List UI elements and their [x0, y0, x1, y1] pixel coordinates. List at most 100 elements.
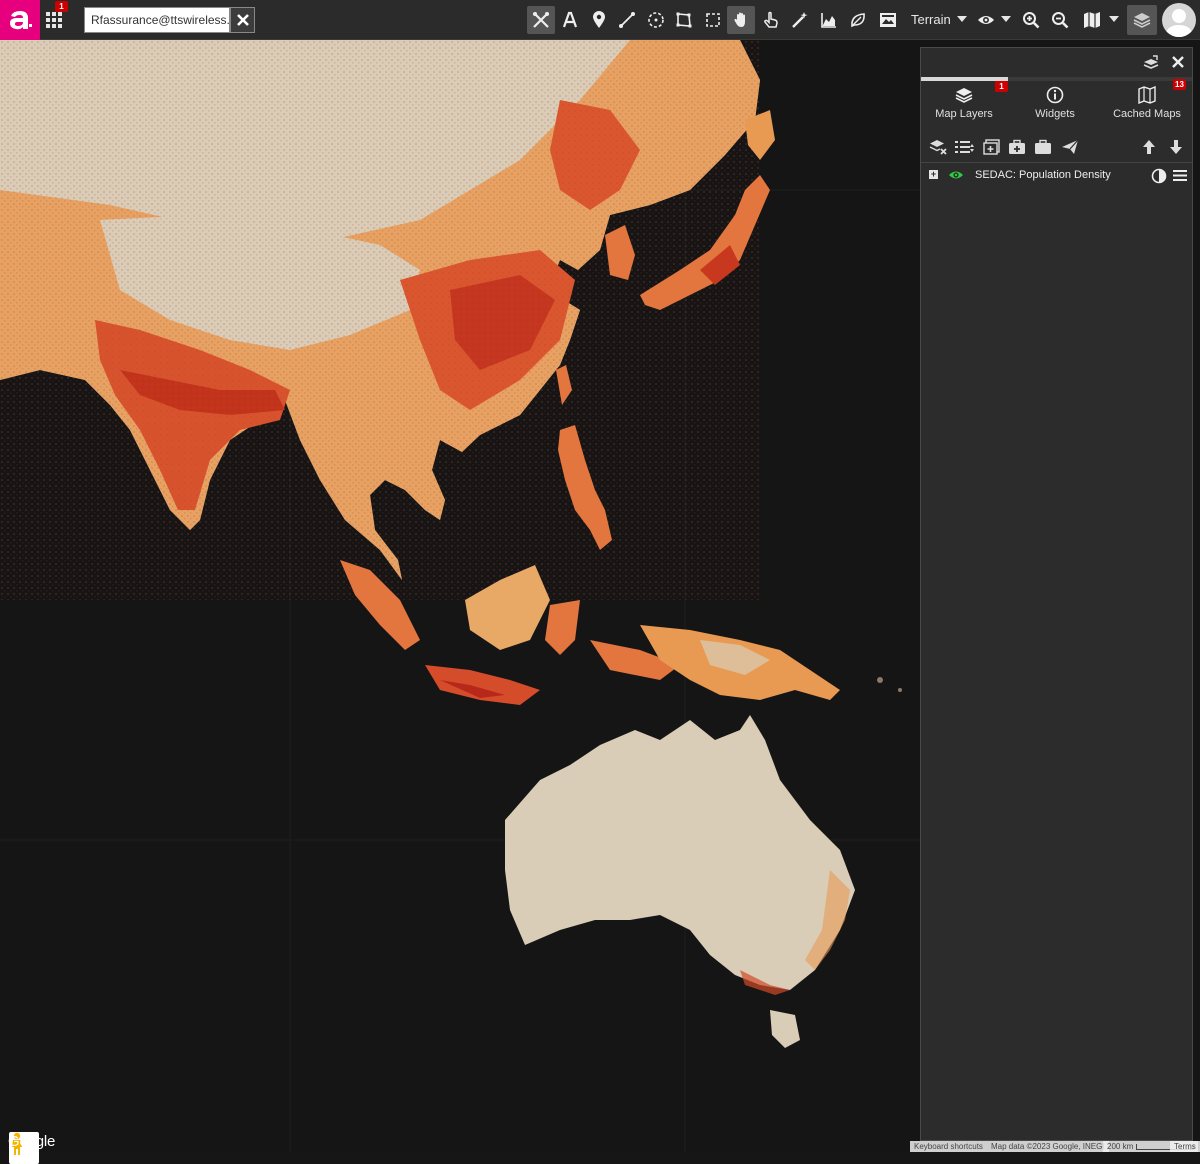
tab-cached-maps[interactable]: Cached Maps 13: [1103, 79, 1191, 132]
panel-tabs: Map Layers 1 Widgets Cached Maps 13: [921, 79, 1192, 132]
layers-toggle-button[interactable]: [1127, 5, 1157, 35]
layer-name: SEDAC: Population Density: [975, 169, 1111, 181]
line-tool-button[interactable]: [613, 6, 641, 34]
cached-map-icon: [1138, 86, 1156, 104]
select-tool-button[interactable]: [757, 6, 785, 34]
tab-map-layers[interactable]: Map Layers 1: [921, 81, 1008, 132]
layers-remove-icon: [929, 140, 947, 155]
add-layer-button[interactable]: [981, 137, 1003, 157]
image-overlay-icon: [880, 13, 896, 27]
vegetation-button[interactable]: [844, 6, 872, 34]
magic-wand-button[interactable]: [786, 6, 814, 34]
apps-notification-badge: 1: [55, 1, 68, 12]
text-tool-button[interactable]: [556, 6, 584, 34]
polygon-tool-button[interactable]: [670, 6, 698, 34]
line-icon: [619, 12, 635, 28]
undock-panel-button[interactable]: [1142, 54, 1160, 70]
panel-header: [921, 48, 1192, 76]
marker-icon: [593, 11, 605, 28]
zoom-in-icon: [1023, 12, 1040, 29]
visibility-button[interactable]: [972, 6, 1000, 34]
keyboard-shortcuts-link[interactable]: Keyboard shortcuts: [910, 1141, 987, 1152]
top-toolbar: 1 Rfassurance@ttswireless.co Terrain: [0, 0, 1200, 40]
magic-wand-icon: [792, 12, 808, 28]
user-avatar[interactable]: [1162, 3, 1196, 37]
brand-logo-icon: [10, 11, 32, 30]
zoom-out-button[interactable]: [1046, 6, 1074, 34]
map-type-dropdown-caret[interactable]: [1109, 16, 1119, 22]
map-type-button[interactable]: [1078, 6, 1106, 34]
toolkit-icon: [1009, 139, 1025, 154]
add-image-icon: [983, 139, 1000, 155]
polygon-icon: [676, 12, 692, 28]
layer-briefcase-button[interactable]: [1032, 137, 1054, 157]
text-icon: [562, 11, 578, 28]
layers-icon: [1133, 13, 1151, 28]
progress-fill: [921, 77, 1008, 81]
eye-icon: [978, 16, 994, 24]
briefcase-icon: [1035, 139, 1051, 154]
tab-badge: 1: [995, 81, 1008, 92]
panel-divider: [921, 162, 1192, 163]
new-guinea: [640, 625, 840, 700]
layer-toolkit-button[interactable]: [1006, 137, 1028, 157]
layer-toolbar: [921, 134, 1192, 160]
list-sort-icon: [955, 141, 974, 153]
layer-menu-icon[interactable]: [1173, 169, 1187, 182]
zoom-in-button[interactable]: [1017, 6, 1045, 34]
visibility-dropdown-caret[interactable]: [1001, 16, 1011, 22]
tools-icon: [533, 12, 549, 28]
remove-layers-button[interactable]: [927, 137, 949, 157]
tab-widgets[interactable]: Widgets: [1012, 82, 1098, 132]
close-icon: [1172, 56, 1184, 68]
layer-item-sedac-population-density[interactable]: + SEDAC: Population Density: [921, 164, 1192, 188]
tools-button[interactable]: [527, 6, 555, 34]
marker-tool-button[interactable]: [585, 6, 613, 34]
share-layer-button[interactable]: [1059, 137, 1081, 157]
terms-link[interactable]: Terms: [1170, 1141, 1200, 1152]
close-icon: [236, 14, 249, 26]
account-email-field[interactable]: Rfassurance@ttswireless.co: [84, 7, 230, 33]
map-data-attribution: Map data ©2023 Google, INEGI: [987, 1141, 1109, 1152]
clear-account-button[interactable]: [230, 7, 255, 33]
elevation-profile-button[interactable]: [815, 6, 843, 34]
google-logo[interactable]: Google: [8, 1133, 55, 1150]
loading-progress-bar: [921, 77, 1192, 81]
user-silhouette-icon: [1165, 9, 1193, 37]
opacity-icon[interactable]: [1151, 168, 1167, 184]
pan-tool-button[interactable]: [727, 6, 755, 34]
basemap-selector-label[interactable]: Terrain: [911, 12, 951, 27]
apps-grid-button[interactable]: 1: [40, 0, 68, 40]
close-panel-button[interactable]: [1169, 54, 1187, 70]
move-layer-up-button[interactable]: [1138, 137, 1160, 157]
layer-list-button[interactable]: [954, 137, 976, 157]
basemap-dropdown-caret[interactable]: [957, 16, 967, 22]
pointer-hand-icon: [764, 11, 778, 28]
elevation-profile-icon: [821, 13, 836, 28]
widgets-info-icon: [1046, 86, 1064, 104]
scale-label: 200 km: [1107, 1142, 1134, 1151]
leaf-icon: [851, 13, 865, 28]
circle-icon: [648, 12, 664, 28]
rectangle-tool-button[interactable]: [699, 6, 727, 34]
zoom-out-icon: [1052, 12, 1069, 29]
circle-tool-button[interactable]: [642, 6, 670, 34]
arrow-up-icon: [1143, 140, 1155, 154]
tab-badge: 13: [1173, 79, 1186, 90]
image-overlay-button[interactable]: [874, 6, 902, 34]
tab-label: Cached Maps: [1113, 108, 1181, 120]
layers-icon: [955, 88, 973, 103]
layers-panel: Map Layers 1 Widgets Cached Maps 13 + SE…: [920, 47, 1193, 1141]
paper-plane-icon: [1062, 139, 1079, 154]
grid-icon: [46, 12, 62, 28]
folded-map-icon: [1084, 12, 1100, 28]
arrow-down-icon: [1170, 140, 1182, 154]
rectangle-icon: [706, 13, 720, 27]
dock-icon: [1143, 55, 1159, 69]
app-logo[interactable]: [0, 0, 40, 40]
pan-hand-icon: [734, 12, 745, 27]
eye-visible-icon[interactable]: [948, 169, 964, 181]
australia: [505, 715, 855, 1048]
move-layer-down-button[interactable]: [1165, 137, 1187, 157]
expand-layer-button[interactable]: +: [929, 170, 938, 179]
